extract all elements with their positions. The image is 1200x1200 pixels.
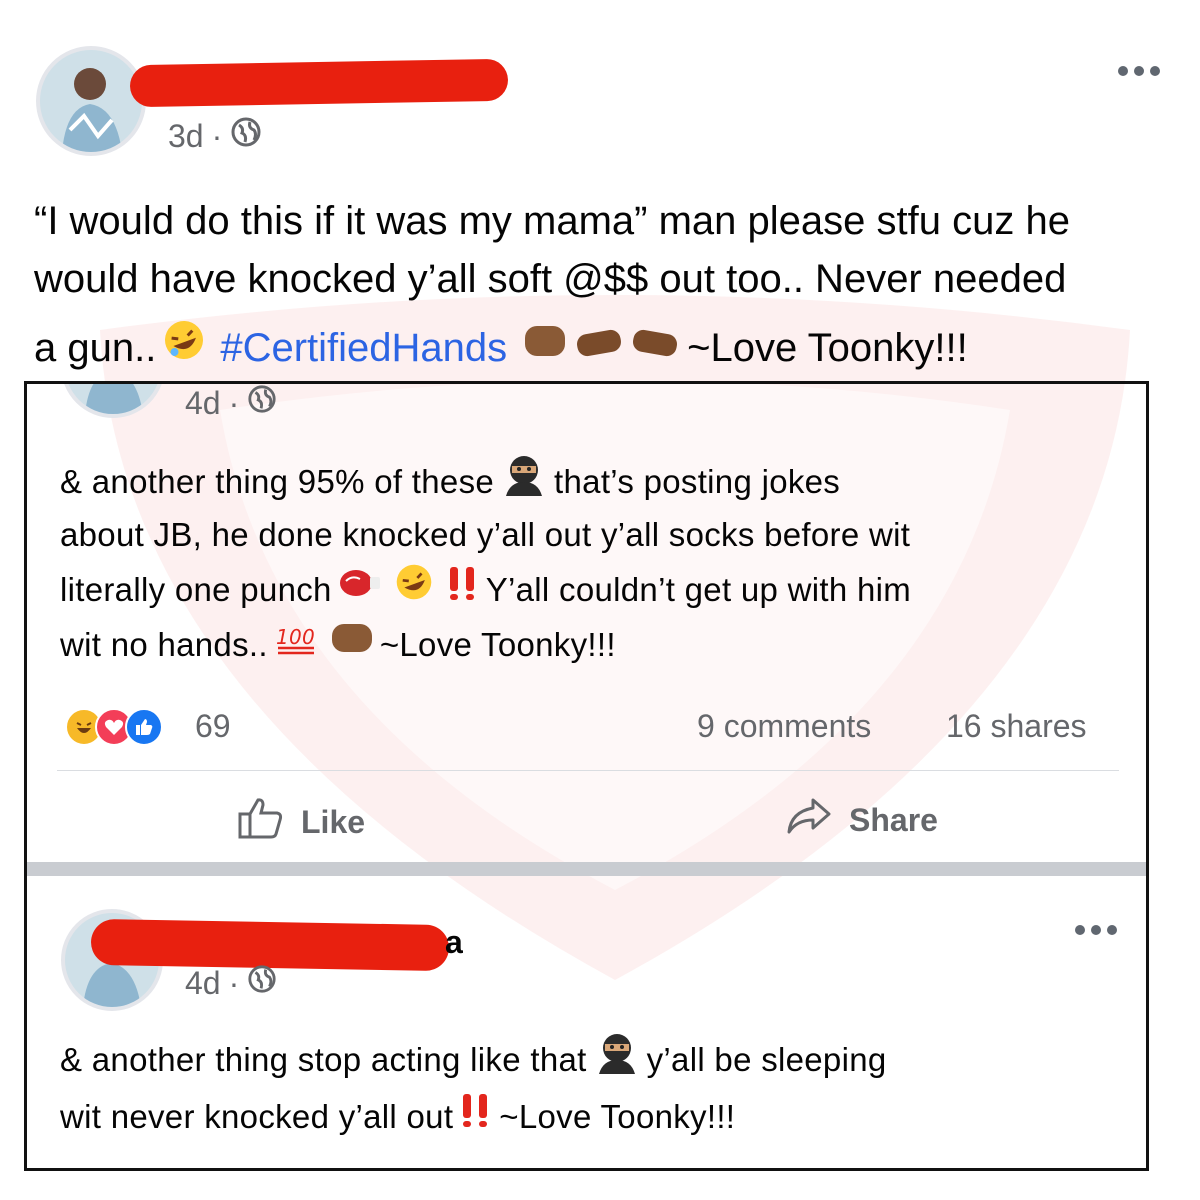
double-exclamation-icon bbox=[459, 1090, 493, 1144]
like-label: Like bbox=[301, 803, 366, 840]
globe-icon bbox=[247, 384, 277, 422]
reaction-icons[interactable] bbox=[65, 708, 163, 746]
signoff: ~Love Toonky!!! bbox=[687, 326, 968, 370]
post-meta: 3d · bbox=[168, 116, 262, 156]
globe-icon bbox=[230, 116, 262, 156]
post-time: 3d bbox=[168, 117, 204, 154]
post-meta: 4d · bbox=[185, 964, 277, 1002]
post-time: 4d bbox=[185, 384, 221, 421]
shares-count[interactable]: 16 shares bbox=[946, 708, 1087, 745]
post-line: “I would do this if it was my mama” man … bbox=[34, 199, 1070, 243]
meta-separator: · bbox=[211, 117, 223, 154]
more-options-icon[interactable] bbox=[1118, 66, 1160, 76]
like-button[interactable]: Like bbox=[237, 796, 365, 848]
share-button[interactable]: Share bbox=[785, 796, 938, 844]
fist-emoji-icon bbox=[521, 318, 681, 378]
globe-icon bbox=[247, 964, 277, 1002]
hashtag-link[interactable]: #CertifiedHands bbox=[220, 319, 507, 377]
more-options-icon[interactable] bbox=[1075, 925, 1117, 935]
post-line: wit no hands.. bbox=[60, 626, 268, 663]
post-line: a gun.. bbox=[34, 326, 157, 370]
post-body: & another thing stop acting like that y’… bbox=[60, 1030, 887, 1144]
post-meta: 4d · bbox=[185, 384, 277, 422]
post-body: “I would do this if it was my mama” man … bbox=[34, 192, 1070, 378]
post-line: literally one punch bbox=[60, 571, 332, 608]
ninja-emoji-icon bbox=[593, 1030, 641, 1090]
name-fragment: a bbox=[445, 924, 463, 960]
reaction-count[interactable]: 69 bbox=[195, 708, 231, 745]
divider bbox=[57, 770, 1119, 771]
boxing-glove-emoji-icon bbox=[338, 563, 382, 617]
fist-emoji-icon bbox=[330, 618, 374, 672]
like-reaction-icon bbox=[125, 708, 163, 746]
post-line: wit never knocked y’all out bbox=[60, 1098, 454, 1135]
share-label: Share bbox=[849, 801, 938, 838]
embedded-screenshot: 4d · & another thing 95% of these that’s… bbox=[24, 381, 1149, 1171]
post-line: would have knocked y’all soft @$$ out to… bbox=[34, 257, 1067, 301]
avatar[interactable] bbox=[36, 46, 146, 156]
share-arrow-icon bbox=[785, 796, 833, 844]
avatar[interactable] bbox=[61, 384, 165, 418]
post-line: Y’all couldn’t get up with him bbox=[485, 571, 912, 608]
double-exclamation-icon bbox=[446, 563, 480, 617]
comments-count[interactable]: 9 comments bbox=[697, 708, 871, 745]
post-line: y’all be sleeping bbox=[646, 1041, 887, 1078]
rofl-emoji-icon bbox=[394, 562, 434, 618]
meta-separator: · bbox=[228, 384, 240, 421]
svg-text:100: 100 bbox=[276, 625, 315, 649]
rofl-emoji-icon bbox=[162, 318, 206, 378]
post-line: that’s posting jokes bbox=[554, 463, 841, 500]
redacted-name bbox=[129, 58, 509, 108]
post-line: ~Love Toonky!!! bbox=[499, 1098, 736, 1135]
post-line: & another thing stop acting like that bbox=[60, 1041, 587, 1078]
thumbs-up-icon bbox=[237, 796, 285, 848]
hundred-points-emoji-icon: 100 bbox=[274, 618, 318, 672]
post-line: ~Love Toonky!!! bbox=[379, 626, 616, 663]
post-separator bbox=[27, 862, 1146, 876]
post-time: 4d bbox=[185, 964, 221, 1001]
ninja-emoji-icon bbox=[500, 452, 548, 512]
post-line: & another thing 95% of these bbox=[60, 463, 495, 500]
post-body: & another thing 95% of these that’s post… bbox=[60, 452, 911, 672]
post-line: about JB, he done knocked y’all out y’al… bbox=[60, 516, 911, 553]
meta-separator: · bbox=[228, 964, 240, 1001]
